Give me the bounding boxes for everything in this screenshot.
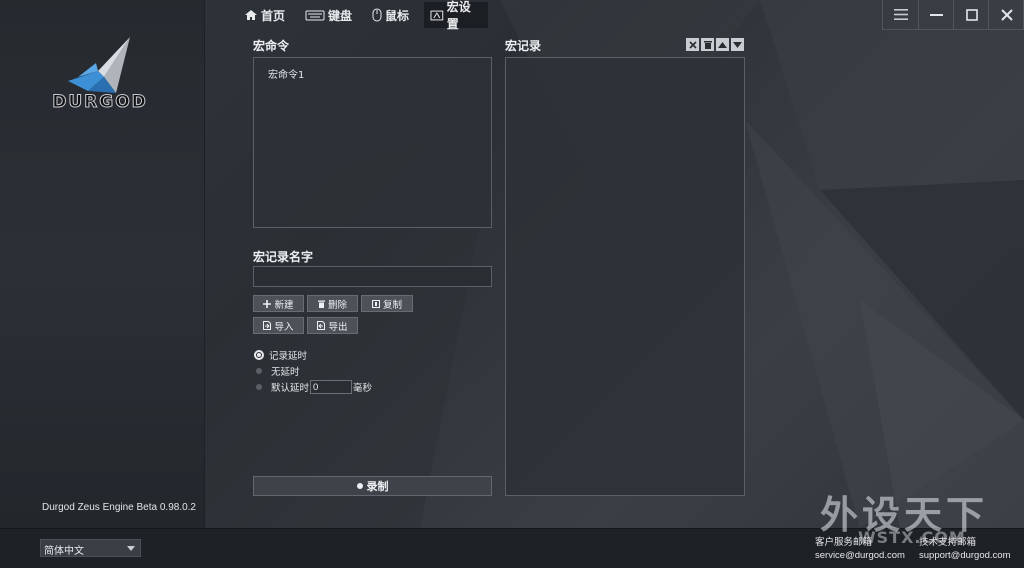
tab-home-label: 首页 [261, 8, 286, 23]
logo-text: DURGOD [52, 92, 148, 113]
export-button[interactable]: 导出 [307, 317, 358, 334]
tab-home[interactable]: 首页 [238, 2, 291, 28]
plus-icon [263, 299, 272, 308]
new-button[interactable]: 新建 [253, 295, 304, 312]
radio-selected-indicator[interactable] [254, 350, 264, 360]
copy-button-label: 复制 [382, 299, 402, 311]
delete-record-button[interactable] [701, 38, 714, 51]
import-button-label: 导入 [274, 321, 294, 333]
radio-indicator[interactable] [256, 384, 262, 390]
language-select[interactable]: 简体中文 [40, 539, 141, 557]
menu-button[interactable] [882, 0, 918, 30]
default-delay-label: 默认延时 [271, 383, 310, 394]
menu-icon [893, 9, 908, 20]
customer-service-email[interactable]: service@durgod.com [815, 549, 905, 562]
sidebar: DURGOD Durgod Zeus Engine Beta 0.98.0.2 [0, 0, 205, 528]
tab-keyboard-label: 键盘 [328, 8, 353, 23]
arrow-down-icon [733, 41, 742, 48]
new-button-label: 新建 [274, 299, 294, 311]
minimize-icon [930, 13, 943, 16]
mouse-icon [372, 8, 382, 22]
radio-default-delay[interactable]: 默认延时 毫秒 [254, 380, 372, 394]
tech-support-contact: 技术支持邮箱 support@durgod.com [919, 536, 1011, 562]
export-button-label: 导出 [328, 321, 348, 333]
delete-button[interactable]: 删除 [307, 295, 358, 312]
tab-mouse-label: 鼠标 [385, 8, 410, 23]
list-item[interactable]: 宏命令1 [268, 66, 304, 81]
tech-support-email[interactable]: support@durgod.com [919, 549, 1011, 562]
move-up-button[interactable] [716, 38, 729, 51]
maximize-icon [965, 8, 978, 21]
copy-button[interactable]: 复制 [361, 295, 413, 312]
import-icon [263, 321, 272, 330]
import-button[interactable]: 导入 [253, 317, 304, 334]
macro-name-input[interactable] [253, 266, 492, 287]
delay-unit-label: 毫秒 [353, 383, 373, 394]
language-value: 简体中文 [44, 546, 84, 557]
macro-record-list[interactable] [505, 57, 745, 496]
customer-service-label: 客户服务邮箱 [815, 537, 873, 548]
macro-icon [430, 10, 444, 20]
macro-name-title: 宏记录名字 [253, 250, 314, 264]
close-button[interactable] [988, 0, 1024, 30]
tab-macro-settings-label: 宏设置 [446, 0, 471, 31]
minimize-button[interactable] [918, 0, 954, 30]
trash-icon [317, 300, 325, 308]
tab-macro-settings[interactable]: 宏设置 [424, 0, 488, 31]
export-icon [317, 321, 326, 330]
radio-record-delay[interactable]: 记录延时 [254, 348, 307, 362]
clear-record-button[interactable] [686, 38, 699, 51]
tab-mouse[interactable]: 鼠标 [366, 2, 415, 28]
record-button[interactable]: 录制 [253, 476, 492, 496]
maximize-button[interactable] [953, 0, 989, 30]
default-delay-input[interactable] [310, 380, 353, 394]
radio-indicator[interactable] [256, 368, 262, 374]
radio-no-delay[interactable]: 无延时 [254, 364, 300, 378]
close-icon [688, 40, 697, 49]
tech-support-label: 技术支持邮箱 [919, 537, 977, 548]
customer-service-contact: 客户服务邮箱 service@durgod.com [815, 536, 905, 562]
delete-button-label: 删除 [327, 299, 347, 311]
record-button-label: 录制 [366, 480, 389, 493]
home-icon [245, 10, 257, 20]
macro-commands-title: 宏命令 [253, 39, 290, 53]
move-down-button[interactable] [731, 38, 744, 51]
macro-commands-list[interactable]: 宏命令1 [253, 57, 492, 228]
macro-record-title: 宏记录 [505, 39, 542, 53]
tab-keyboard[interactable]: 键盘 [299, 2, 358, 28]
close-icon [1000, 8, 1013, 21]
version-label: Durgod Zeus Engine Beta 0.98.0.2 [42, 502, 196, 513]
chevron-down-icon [127, 546, 135, 551]
app-window: DURGOD Durgod Zeus Engine Beta 0.98.0.2 … [0, 0, 1024, 568]
trash-icon [703, 41, 712, 49]
record-dot-icon [356, 483, 363, 489]
record-delay-label: 记录延时 [269, 351, 308, 362]
keyboard-icon [305, 10, 325, 21]
copy-icon [371, 299, 380, 308]
arrow-up-icon [718, 41, 727, 48]
no-delay-label: 无延时 [271, 367, 300, 378]
